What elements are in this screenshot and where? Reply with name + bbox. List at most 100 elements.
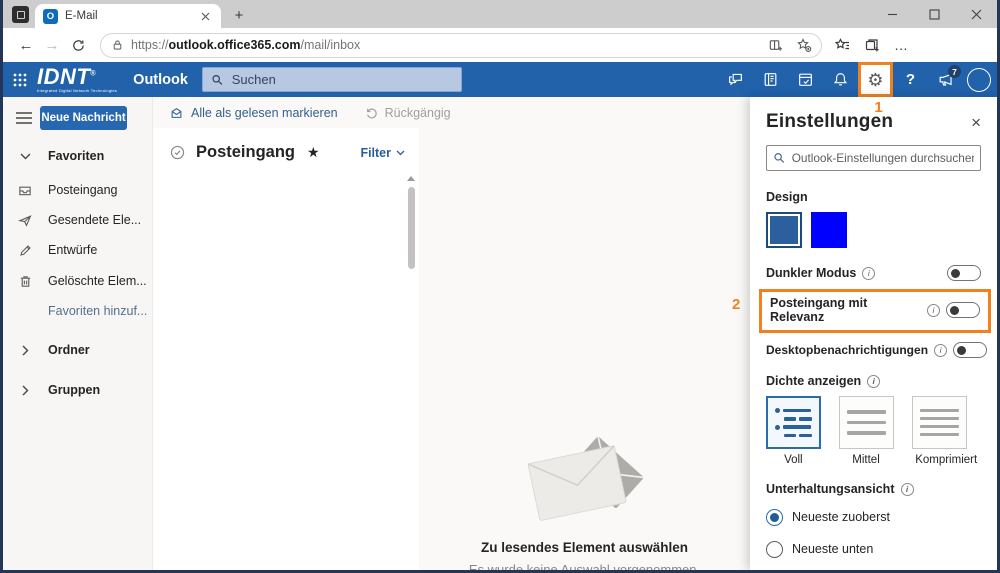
- info-icon[interactable]: i: [862, 267, 875, 280]
- theme-swatch-blue[interactable]: [811, 212, 847, 248]
- scrollbar[interactable]: [407, 176, 415, 566]
- scrollbar-up-arrow[interactable]: [407, 176, 415, 181]
- whats-new-megaphone-icon[interactable]: 7: [928, 62, 963, 97]
- help-icon[interactable]: ?: [893, 62, 928, 97]
- back-icon[interactable]: ←: [13, 32, 39, 58]
- sidebar-add-favorite[interactable]: Favoriten hinzuf...: [3, 301, 152, 321]
- empty-subtitle: Es wurde keine Auswahl vorgenommen.: [419, 562, 750, 573]
- address-bar[interactable]: https://outlook.office365.com/mail/inbox: [100, 33, 822, 58]
- focused-inbox-row: Posteingang mit Relevanz i: [770, 296, 980, 324]
- select-all-circle-check-icon[interactable]: [169, 144, 186, 161]
- add-favorite-star-icon[interactable]: [793, 34, 815, 56]
- inbox-icon: [16, 183, 34, 198]
- sidebar-item-drafts[interactable]: Entwürfe: [3, 240, 152, 260]
- radio-newest-on-bottom[interactable]: Neueste unten: [766, 538, 981, 560]
- info-icon[interactable]: i: [934, 344, 947, 357]
- radio-selected-icon[interactable]: [766, 509, 783, 526]
- tab-strip: O E-Mail +: [3, 0, 997, 28]
- chevron-down-icon: [16, 153, 34, 160]
- notes-feed-icon[interactable]: [753, 62, 788, 97]
- avatar[interactable]: [967, 68, 991, 92]
- scrollbar-thumb[interactable]: [408, 187, 415, 269]
- density-labels: Voll Mittel Komprimiert: [766, 454, 981, 466]
- focused-inbox-highlight: Posteingang mit Relevanz i: [759, 289, 991, 333]
- browser-window: O E-Mail + ← →: [0, 0, 1000, 573]
- sidebar-item-inbox[interactable]: Posteingang: [3, 180, 152, 200]
- main-area: Alle als gelesen markieren Rückgängig: [153, 97, 750, 570]
- close-window-button[interactable]: [955, 0, 997, 28]
- search-icon: [773, 151, 786, 165]
- browser-menu-icon[interactable]: …: [894, 37, 909, 53]
- send-icon: [16, 213, 34, 228]
- notifications-toggle[interactable]: [953, 342, 987, 358]
- new-tab-button[interactable]: +: [227, 3, 251, 27]
- forward-icon: →: [39, 32, 65, 58]
- settings-gear-icon[interactable]: ⚙: [858, 62, 893, 97]
- bell-icon[interactable]: [823, 62, 858, 97]
- workspaces-icon[interactable]: [12, 6, 29, 23]
- url-text: https://outlook.office365.com/mail/inbox: [131, 38, 757, 52]
- panes: Posteingang ★ Filter: [153, 128, 750, 570]
- sidebar-item-sent[interactable]: Gesendete Ele...: [3, 210, 152, 230]
- trash-icon: [16, 274, 34, 289]
- reading-pane: Zu lesendes Element auswählen Es wurde k…: [419, 128, 750, 570]
- favorites-bar-icon[interactable]: [834, 37, 850, 53]
- settings-search-input[interactable]: [792, 151, 974, 165]
- info-icon[interactable]: i: [901, 483, 914, 496]
- info-icon[interactable]: i: [927, 304, 940, 317]
- chevron-right-icon: [16, 385, 34, 396]
- radio-newest-on-top[interactable]: Neueste zuoberst: [766, 506, 981, 528]
- tab-title: E-Mail: [65, 10, 190, 22]
- chat-icon[interactable]: [718, 62, 753, 97]
- density-label-full: Voll: [766, 454, 821, 466]
- list-title: Posteingang: [196, 143, 295, 162]
- sidebar-section-favorites[interactable]: Favoriten: [3, 146, 152, 166]
- my-day-icon[interactable]: [788, 62, 823, 97]
- sidebar-section-folders[interactable]: Ordner: [3, 340, 152, 360]
- close-settings-icon[interactable]: ×: [971, 114, 981, 131]
- split-screen-icon[interactable]: [764, 34, 786, 56]
- open-envelope-icon: [169, 106, 184, 120]
- notifications-label: Desktopbenachrichtigungen: [766, 343, 928, 357]
- density-option-full[interactable]: [766, 396, 821, 449]
- density-label-compact: Komprimiert: [911, 454, 981, 466]
- app-launcher-icon[interactable]: [3, 62, 37, 97]
- conversation-label-row: Unterhaltungsansicht i: [766, 482, 981, 496]
- refresh-icon[interactable]: [65, 32, 91, 58]
- filter-button[interactable]: Filter: [360, 146, 405, 160]
- radio-icon[interactable]: [766, 541, 783, 558]
- header-icons: ⚙ ? 7: [718, 62, 991, 97]
- hamburger-icon[interactable]: [13, 107, 35, 129]
- idnt-logo[interactable]: IDNT® Integrated Digital Network Technol…: [37, 66, 117, 93]
- search-input[interactable]: [232, 72, 453, 87]
- sidebar-item-deleted[interactable]: Gelöschte Elem...: [3, 271, 152, 291]
- chevron-right-icon: [16, 345, 34, 356]
- tab-email[interactable]: O E-Mail: [35, 4, 221, 28]
- suite-search[interactable]: [202, 67, 462, 92]
- density-label: Dichte anzeigen: [766, 374, 861, 388]
- density-option-medium[interactable]: [839, 396, 894, 449]
- collections-icon[interactable]: [864, 37, 880, 53]
- favorite-star-icon[interactable]: ★: [307, 144, 320, 161]
- undo-icon: [364, 106, 378, 120]
- focused-inbox-toggle[interactable]: [946, 302, 980, 318]
- new-message-button[interactable]: Neue Nachricht: [40, 106, 127, 130]
- minimize-button[interactable]: [871, 0, 913, 28]
- mark-all-read-button[interactable]: Alle als gelesen markieren: [169, 106, 338, 120]
- tab-close-icon[interactable]: [197, 8, 213, 24]
- density-option-compact[interactable]: [912, 396, 967, 449]
- notifications-row: Desktopbenachrichtigungen i: [766, 342, 981, 358]
- message-list-header: Posteingang ★ Filter: [153, 128, 419, 162]
- density-label-medium: Mittel: [839, 454, 894, 466]
- command-bar: Alle als gelesen markieren Rückgängig: [153, 97, 750, 128]
- theme-swatches: [766, 212, 981, 248]
- dark-mode-toggle[interactable]: [947, 265, 981, 281]
- logo-tagline: Integrated Digital Network Technologies: [37, 89, 117, 93]
- settings-search[interactable]: [766, 145, 981, 171]
- theme-swatch-selected[interactable]: [766, 212, 802, 248]
- conversation-label: Unterhaltungsansicht: [766, 482, 895, 496]
- info-icon[interactable]: i: [867, 375, 880, 388]
- sidebar-section-groups[interactable]: Gruppen: [3, 380, 152, 400]
- maximize-button[interactable]: [913, 0, 955, 28]
- folder-pane: Neue Nachricht Favoriten Posteingang: [3, 97, 153, 570]
